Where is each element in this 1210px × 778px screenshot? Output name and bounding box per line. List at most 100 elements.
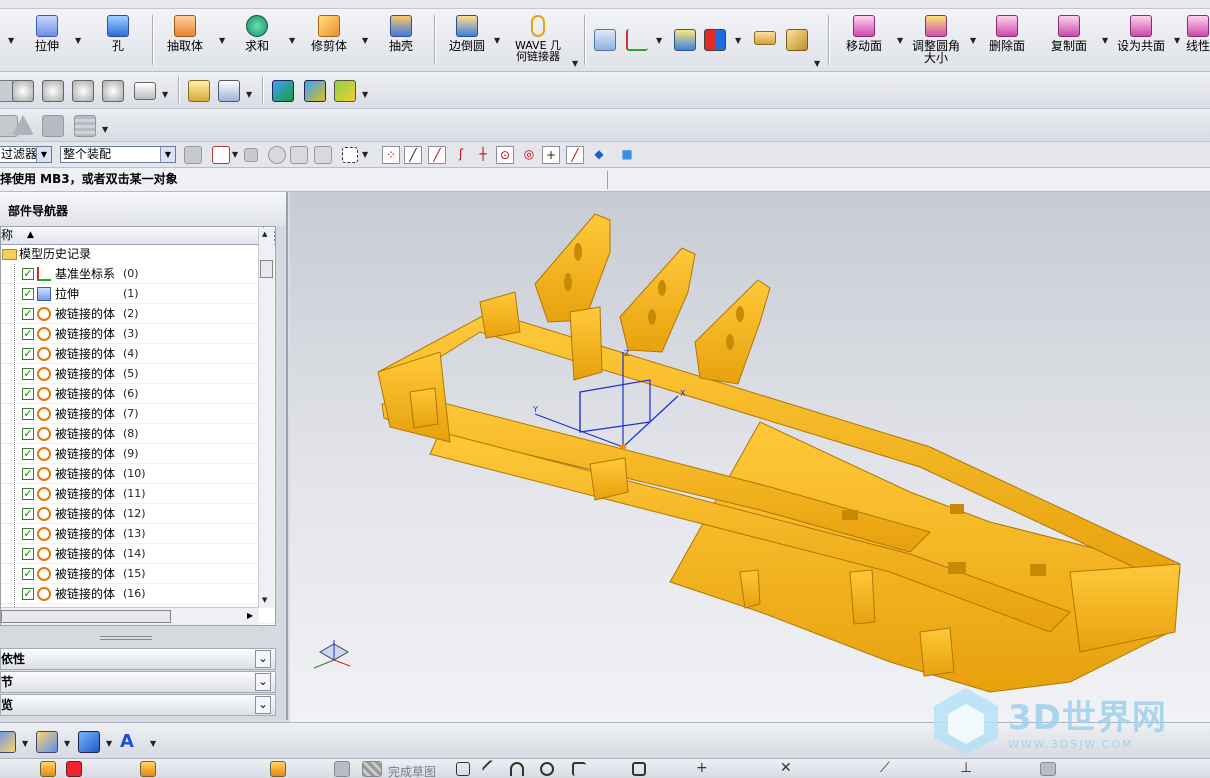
dropdown-arrow[interactable]: ▼ — [814, 59, 820, 68]
sketch-tool-icon[interactable] — [1040, 762, 1056, 776]
shape-icon[interactable] — [0, 731, 16, 753]
vertical-scrollbar[interactable]: ▲ ▼ — [258, 228, 274, 608]
tree-row[interactable]: ✓ 被链接的体 (7) — [1, 404, 275, 424]
selection-scope-select[interactable]: 整个装配 ▼ — [60, 146, 176, 163]
snap-all-icon[interactable]: ⁘ — [382, 146, 400, 164]
extract-body-button[interactable]: 抽取体 — [164, 13, 206, 67]
snap-midpoint-icon[interactable]: ╱ — [428, 146, 446, 164]
visibility-checkbox[interactable]: ✓ — [22, 408, 34, 420]
tree-row[interactable]: ✓ 被链接的体 (6) — [1, 384, 275, 404]
tree-row[interactable]: ✓ 被链接的体 (15) — [1, 564, 275, 584]
tree-row[interactable]: ✓ 被链接的体 (9) — [1, 444, 275, 464]
visibility-checkbox[interactable]: ✓ — [22, 388, 34, 400]
visibility-checkbox[interactable]: ✓ — [22, 488, 34, 500]
csys-icon[interactable] — [626, 29, 648, 51]
graphics-window[interactable]: Z Y X — [290, 192, 1210, 722]
type-filter-select[interactable]: 过滤器 ▼ — [0, 146, 52, 163]
hole-button[interactable]: 孔 — [104, 13, 132, 67]
g2-icon[interactable] — [72, 80, 94, 102]
preview-section[interactable]: 览 ⌄ — [0, 694, 276, 716]
tree-row[interactable]: ✓ 基准坐标系 (0) — [1, 264, 275, 284]
render-style-icon[interactable] — [78, 731, 100, 753]
visibility-checkbox[interactable]: ✓ — [22, 308, 34, 320]
wave-linker-button[interactable]: WAVE 几 何链接器 — [512, 13, 564, 67]
dependencies-section[interactable]: 依性 ⌄ — [0, 648, 276, 670]
dropdown-arrow[interactable]: ▼ — [8, 36, 14, 45]
sketch-tool-icon[interactable] — [66, 761, 82, 777]
shell-button[interactable]: 抽壳 — [386, 13, 416, 67]
tree-row[interactable]: ✓ 被链接的体 (11) — [1, 484, 275, 504]
dropdown-arrow[interactable]: ▼ — [494, 36, 500, 45]
scroll-right-icon[interactable]: ▶ — [247, 611, 253, 620]
point-icon[interactable]: + — [696, 761, 710, 776]
visibility-checkbox[interactable]: ✓ — [22, 528, 34, 540]
dropdown-arrow[interactable]: ▼ — [897, 36, 903, 45]
copy-face-button[interactable]: 复制面 — [1048, 13, 1090, 67]
options-icon[interactable] — [134, 82, 156, 100]
dropdown-arrow[interactable]: ▼ — [232, 150, 238, 159]
filter-icon[interactable] — [184, 146, 202, 164]
extrude-button[interactable]: 拉伸 — [30, 13, 64, 67]
trim-body-button[interactable]: 修剪体 — [308, 13, 350, 67]
dropdown-arrow[interactable]: ▼ — [106, 739, 112, 748]
make-coplanar-button[interactable]: 设为共面 — [1114, 13, 1168, 67]
dropdown-arrow[interactable]: ▼ — [75, 36, 81, 45]
visibility-checkbox[interactable]: ✓ — [22, 448, 34, 460]
text-style-icon[interactable]: A — [120, 731, 142, 753]
column-header[interactable]: 称 ▲ 附 — [1, 227, 275, 245]
tree-row[interactable]: ✓ 被链接的体 (14) — [1, 544, 275, 564]
visibility-checkbox[interactable]: ✓ — [22, 588, 34, 600]
delete-face-button[interactable]: 删除面 — [986, 13, 1028, 67]
resize-blend-button[interactable]: 调整圆角 大小 — [908, 13, 964, 67]
mirror-icon[interactable] — [704, 29, 726, 51]
constraint-icon[interactable]: ⊥ — [960, 761, 974, 776]
measure-angle-icon[interactable] — [786, 29, 808, 51]
scroll-up-icon[interactable]: ▲ — [262, 230, 267, 238]
line-icon[interactable] — [481, 759, 501, 778]
dropdown-arrow[interactable]: ▼ — [735, 36, 741, 45]
sketch-tool-icon[interactable] — [270, 761, 286, 777]
visibility-checkbox[interactable]: ✓ — [22, 508, 34, 520]
dropdown-arrow[interactable]: ▼ — [362, 150, 368, 159]
rectangle-icon[interactable] — [632, 762, 646, 776]
sketch-tool-icon[interactable] — [334, 761, 350, 777]
snap-center-icon[interactable]: ⊙ — [496, 146, 514, 164]
visibility-checkbox[interactable]: ✓ — [22, 288, 34, 300]
layer-icon[interactable] — [594, 29, 616, 51]
box-select-icon[interactable] — [342, 147, 358, 163]
sketch-tool-icon[interactable] — [140, 761, 156, 777]
chevron-down-icon[interactable]: ⌄ — [255, 650, 271, 668]
tree-row[interactable]: ✓ 被链接的体 (4) — [1, 344, 275, 364]
arc-icon[interactable] — [510, 762, 524, 776]
sketch-tool-icon[interactable] — [40, 761, 56, 777]
tree-row[interactable]: ✓ 被链接的体 (3) — [1, 324, 275, 344]
horizontal-scrollbar[interactable]: ▶ — [1, 607, 259, 625]
assembly-icon[interactable] — [272, 80, 294, 102]
g3-icon[interactable] — [102, 80, 124, 102]
tree-row[interactable]: ✓ 被链接的体 (12) — [1, 504, 275, 524]
dropdown-arrow[interactable]: ▼ — [1174, 36, 1180, 45]
details-section[interactable]: 节 ⌄ — [0, 671, 276, 693]
table-icon[interactable] — [218, 80, 240, 102]
model-view[interactable]: Z Y X — [290, 192, 1210, 722]
finish-sketch-label[interactable]: 完成草图 — [388, 763, 436, 778]
undo-icon[interactable] — [244, 148, 258, 162]
dropdown-arrow[interactable]: ▼ — [362, 36, 368, 45]
dropdown-arrow[interactable]: ▼ — [246, 90, 252, 99]
view-cube-icon[interactable]: ■ — [618, 146, 636, 164]
dropdown-arrow[interactable]: ▼ — [572, 59, 578, 68]
view-orient-icon[interactable] — [36, 731, 58, 753]
dropdown-arrow[interactable]: ▼ — [362, 90, 368, 99]
tree-row[interactable]: ✓ 被链接的体 (16) — [1, 584, 275, 604]
unite-button[interactable]: 求和 — [242, 13, 272, 67]
analysis-icon[interactable] — [674, 29, 696, 51]
fillet-icon[interactable] — [572, 762, 586, 776]
visibility-checkbox[interactable]: ✓ — [22, 548, 34, 560]
dropdown-arrow[interactable]: ▼ — [219, 36, 225, 45]
panel-splitter[interactable] — [100, 636, 152, 640]
tree-row[interactable]: ✓ 被链接的体 (5) — [1, 364, 275, 384]
constraint-icon[interactable] — [304, 80, 326, 102]
circle-icon[interactable] — [540, 762, 554, 776]
visibility-checkbox[interactable]: ✓ — [22, 328, 34, 340]
select-body-icon[interactable] — [290, 146, 308, 164]
